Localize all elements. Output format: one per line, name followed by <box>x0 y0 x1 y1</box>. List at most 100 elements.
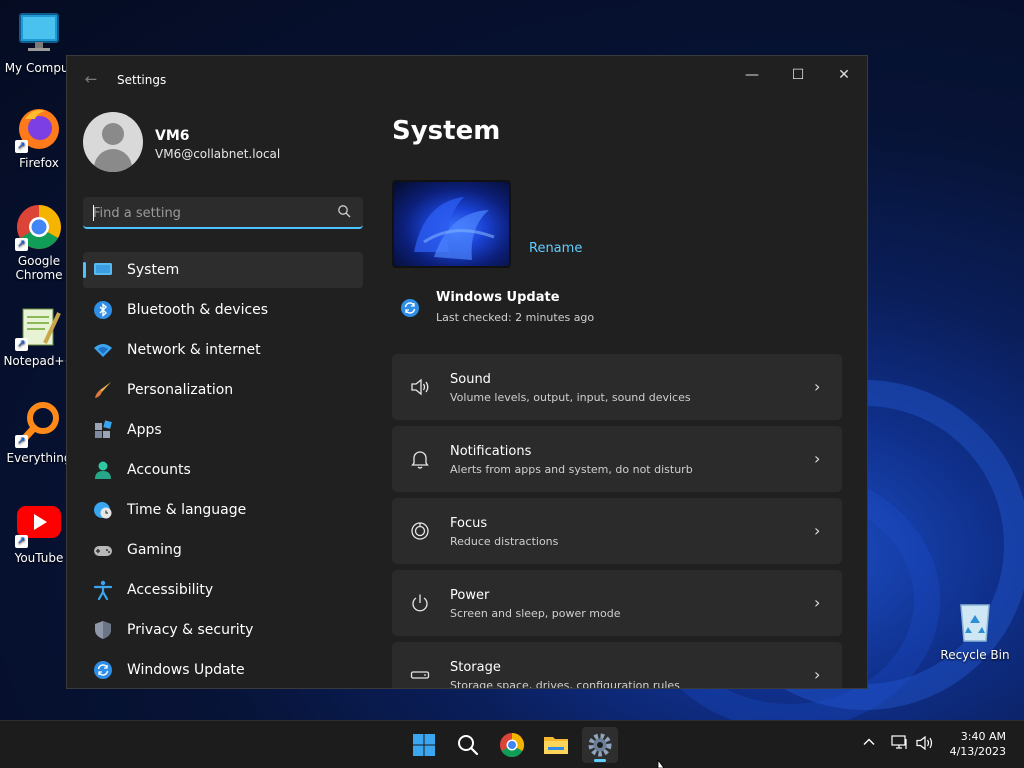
bluetooth-icon <box>94 301 112 319</box>
globe-clock-icon <box>94 502 112 519</box>
monitor-icon <box>15 10 63 58</box>
card-title: Notifications <box>450 444 532 459</box>
bell-icon <box>411 451 429 469</box>
windows-update-title[interactable]: Windows Update <box>436 290 560 305</box>
page-title: System <box>392 116 501 146</box>
start-button[interactable] <box>406 727 442 763</box>
speaker-icon <box>411 378 429 396</box>
settings-card-sound[interactable]: Sound Volume levels, output, input, soun… <box>392 354 842 420</box>
sidebar-item-network[interactable]: Network & internet <box>83 332 363 368</box>
volume-icon[interactable] <box>916 735 934 755</box>
card-subtitle: Reduce distractions <box>450 535 559 548</box>
card-title: Power <box>450 588 490 603</box>
power-icon <box>412 594 428 612</box>
windows-logo-icon <box>413 734 435 756</box>
sidebar-item-label: Time & language <box>127 502 247 518</box>
minimize-button[interactable]: — <box>729 60 775 90</box>
card-subtitle: Volume levels, output, input, sound devi… <box>450 391 691 404</box>
sidebar-item-label: Bluetooth & devices <box>127 302 269 318</box>
sidebar-item-bluetooth[interactable]: Bluetooth & devices <box>83 292 363 328</box>
magnifier-orange-icon: ↗ <box>15 400 63 448</box>
avatar-body <box>94 149 132 172</box>
shortcut-arrow-icon: ↗ <box>15 535 28 548</box>
sidebar-item-gaming[interactable]: Gaming <box>83 532 363 568</box>
shield-icon <box>95 621 111 639</box>
sidebar-item-label: Privacy & security <box>127 622 254 638</box>
system-clock[interactable]: 3:40 AM 4/13/2023 <box>950 729 1006 759</box>
window-title: Settings <box>117 73 167 87</box>
settings-card-storage[interactable]: Storage Storage space, drives, configura… <box>392 642 842 689</box>
desktop-icon-recycle-bin[interactable]: Recycle Bin <box>937 597 1013 662</box>
maximize-button[interactable]: ☐ <box>775 60 821 90</box>
mouse-cursor-icon <box>657 760 665 768</box>
sync-icon <box>94 661 112 679</box>
chevron-right-icon: › <box>814 665 821 684</box>
selection-indicator <box>83 262 86 278</box>
sidebar-item-windows-update[interactable]: Windows Update <box>83 652 363 688</box>
user-name: VM6 <box>155 128 190 144</box>
windows-update-status: Last checked: 2 minutes ago <box>436 311 595 324</box>
taskbar-chrome-button[interactable] <box>494 727 530 763</box>
settings-card-power[interactable]: Power Screen and sleep, power mode › <box>392 570 842 636</box>
desktop-thumbnail <box>392 180 511 268</box>
gear-icon <box>588 733 612 757</box>
sidebar-item-label: Apps <box>127 422 162 438</box>
folder-icon <box>544 737 568 754</box>
chevron-right-icon: › <box>814 521 821 540</box>
sidebar-item-apps[interactable]: Apps <box>83 412 363 448</box>
back-arrow-icon[interactable]: ← <box>81 69 101 89</box>
sidebar-item-privacy[interactable]: Privacy & security <box>83 612 363 648</box>
settings-card-focus[interactable]: Focus Reduce distractions › <box>392 498 842 564</box>
gamepad-icon <box>94 546 112 556</box>
sidebar-item-label: Windows Update <box>127 662 245 678</box>
active-app-indicator <box>594 759 606 762</box>
avatar[interactable] <box>83 112 143 172</box>
rename-link[interactable]: Rename <box>529 241 582 256</box>
taskbar-file-explorer-button[interactable] <box>538 727 574 763</box>
firefox-icon: ↗ <box>15 105 63 153</box>
search-input[interactable] <box>93 203 323 223</box>
monitor-icon <box>94 263 112 275</box>
search-box[interactable] <box>83 197 363 229</box>
sidebar-item-personalization[interactable]: Personalization <box>83 372 363 408</box>
chrome-icon: ↗ <box>15 203 63 251</box>
sidebar-item-time-language[interactable]: Time & language <box>83 492 363 528</box>
clock-time: 3:40 AM <box>960 730 1006 743</box>
brush-icon <box>95 382 111 398</box>
card-title: Storage <box>450 660 501 675</box>
card-subtitle: Storage space, drives, configuration rul… <box>450 679 680 689</box>
sidebar-item-system[interactable]: System <box>83 252 363 288</box>
shortcut-arrow-icon: ↗ <box>15 140 28 153</box>
sync-icon <box>401 299 419 317</box>
sidebar-item-label: Network & internet <box>127 342 261 358</box>
title-bar[interactable]: ← Settings — ☐ ✕ <box>67 56 867 104</box>
person-icon <box>95 461 111 479</box>
card-subtitle: Alerts from apps and system, do not dist… <box>450 463 693 476</box>
search-icon[interactable] <box>337 204 351 218</box>
card-subtitle: Screen and sleep, power mode <box>450 607 621 620</box>
card-title: Focus <box>450 516 488 531</box>
apps-icon <box>95 420 112 438</box>
sidebar-nav: System Bluetooth & devices Network & int… <box>83 252 363 688</box>
clock-date: 4/13/2023 <box>949 745 1006 758</box>
settings-window: ← Settings — ☐ ✕ VM6 VM6@collabnet.local… <box>66 55 868 689</box>
taskbar-search-button[interactable] <box>450 727 486 763</box>
card-title: Sound <box>450 372 491 387</box>
close-button[interactable]: ✕ <box>821 60 867 90</box>
avatar-head <box>102 123 124 145</box>
notepadpp-icon: ↗ <box>15 303 63 351</box>
taskbar-settings-button[interactable] <box>582 727 618 763</box>
user-email: VM6@collabnet.local <box>155 147 281 161</box>
sidebar-item-label: Personalization <box>127 382 234 398</box>
accessibility-icon <box>93 580 113 600</box>
sidebar-item-label: Accessibility <box>127 582 214 598</box>
shortcut-arrow-icon: ↗ <box>15 238 28 251</box>
settings-card-notifications[interactable]: Notifications Alerts from apps and syste… <box>392 426 842 492</box>
sidebar-item-accessibility[interactable]: Accessibility <box>83 572 363 608</box>
chevron-up-icon[interactable] <box>862 735 876 753</box>
sidebar-item-label: System <box>127 262 180 278</box>
chevron-right-icon: › <box>814 377 821 396</box>
sidebar-item-accounts[interactable]: Accounts <box>83 452 363 488</box>
chrome-icon <box>500 733 525 758</box>
network-icon[interactable] <box>891 735 909 755</box>
